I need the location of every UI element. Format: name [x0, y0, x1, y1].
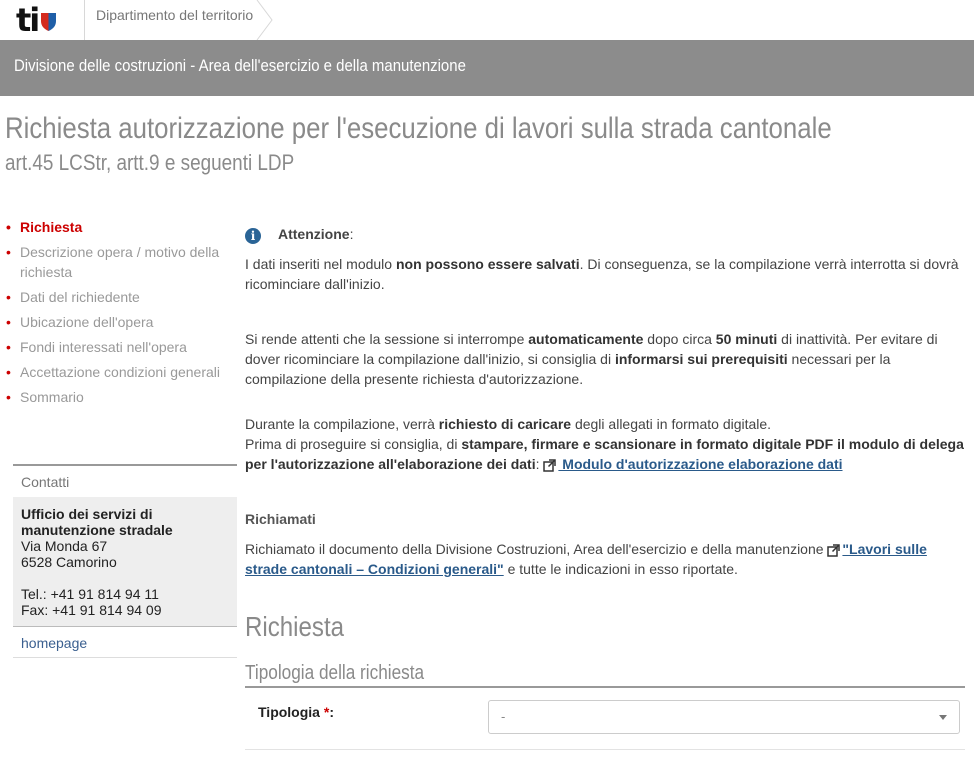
shield-icon [41, 13, 57, 31]
text: Prima di proseguire si consiglia, di [245, 436, 462, 452]
department-link[interactable]: Dipartimento del territorio [96, 7, 253, 23]
tipologia-label: Tipologia *: [258, 704, 334, 720]
nav-item-richiedente[interactable]: Dati del richiedente [6, 287, 231, 307]
logo-text: ti [16, 1, 40, 39]
contact-fax: Fax: +41 91 814 94 09 [21, 602, 162, 618]
top-bar: ti Dipartimento del territorio [0, 0, 974, 40]
text: Durante la compilazione, verrà [245, 416, 439, 432]
contacts-footer: homepage [13, 626, 237, 658]
page-title: Richiesta autorizzazione per l'esecuzion… [5, 112, 832, 145]
text-bold: informarsi sui prerequisiti [614, 351, 788, 367]
text-bold: 50 minuti [715, 331, 778, 347]
step-navigation: Richiesta Descrizione opera / motivo del… [6, 217, 231, 412]
contact-city: 6528 Camorino [21, 554, 117, 570]
contacts-body: Ufficio dei servizi di manutenzione stra… [13, 497, 237, 626]
contact-tel: Tel.: +41 91 814 94 11 [21, 586, 159, 602]
external-link-icon [827, 544, 841, 557]
tipologia-select[interactable]: - [488, 700, 960, 734]
canton-logo[interactable]: ti [16, 1, 57, 39]
text-bold: non possono essere salvati [395, 256, 580, 272]
text: dopo circa [643, 331, 716, 347]
nav-item-sommario[interactable]: Sommario [6, 387, 231, 407]
text: e tutte le indicazioni in esso riportate… [503, 561, 738, 577]
contacts-heading: Contatti [13, 464, 237, 497]
text: Richiamato il documento della Divisione … [245, 541, 828, 557]
text: I dati inseriti nel modulo [245, 256, 396, 272]
tipologia-row: Tipologia *: - [245, 688, 965, 750]
text: : [535, 456, 544, 472]
text: Si rende attenti che la sessione si inte… [245, 331, 529, 347]
division-banner: Divisione delle costruzioni - Area dell'… [0, 40, 974, 96]
notice-paragraph-2: Si rende attenti che la sessione si inte… [245, 329, 965, 389]
nav-item-ubicazione[interactable]: Ubicazione dell'opera [6, 312, 231, 332]
contact-street: Via Monda 67 [21, 538, 108, 554]
nav-item-descrizione[interactable]: Descrizione opera / motivo della richies… [6, 242, 231, 282]
attention-header: i Attenzione: [245, 224, 965, 244]
section-title: Richiesta [245, 611, 345, 642]
nav-item-richiesta[interactable]: Richiesta [6, 217, 231, 237]
dropdown-arrow-icon [939, 715, 947, 720]
breadcrumb-chevron-icon [256, 0, 273, 40]
page-subtitle: art.45 LCStr, artt.9 e seguenti LDP [5, 150, 295, 175]
divider [84, 0, 85, 40]
recalled-heading: Richiamati [245, 511, 316, 527]
main-content: i Attenzione: I dati inseriti nel modulo … [245, 224, 965, 579]
notice-paragraph-3: Durante la compilazione, verrà richiesto… [245, 414, 965, 474]
homepage-link[interactable]: homepage [21, 635, 87, 651]
nav-item-accettazione[interactable]: Accettazione condizioni generali [6, 362, 231, 382]
label-colon: : [329, 704, 334, 720]
notice-paragraph-1: I dati inseriti nel modulo non possono e… [245, 254, 965, 294]
contact-office: Ufficio dei servizi di manutenzione stra… [21, 506, 173, 538]
attention-label: Attenzione [278, 226, 350, 242]
authorization-form-link[interactable]: Modulo d'autorizzazione elaborazione dat… [558, 456, 842, 472]
text: degli allegati in formato digitale. [571, 416, 772, 432]
info-icon: i [245, 228, 261, 244]
division-title[interactable]: Divisione delle costruzioni - Area dell'… [14, 56, 466, 76]
recalled-paragraph: Richiamato il documento della Divisione … [245, 539, 965, 579]
text-bold: automaticamente [528, 331, 644, 347]
contacts-box: Contatti Ufficio dei servizi di manutenz… [13, 464, 237, 658]
external-link-icon [543, 459, 557, 472]
nav-item-fondi[interactable]: Fondi interessati nell'opera [6, 337, 231, 357]
subsection-title: Tipologia della richiesta [245, 662, 425, 684]
label-text: Tipologia [258, 704, 320, 720]
select-value: - [501, 709, 506, 724]
text-bold: richiesto di caricare [438, 416, 572, 432]
